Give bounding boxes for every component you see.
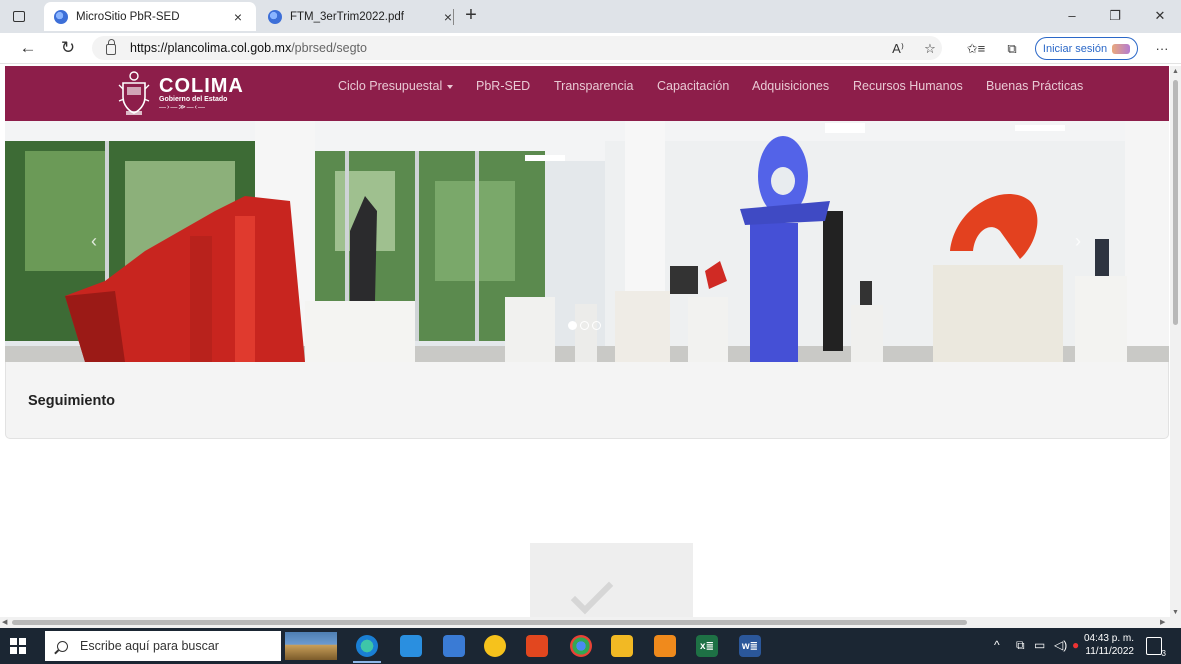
carousel-dot-3[interactable] — [592, 321, 601, 330]
url-path: /pbrsed/segto — [291, 41, 367, 55]
active-app-indicator — [353, 661, 381, 663]
taskbar-clock[interactable]: 04:43 p. m. 11/11/2022 — [1080, 632, 1134, 658]
carousel-dot-1[interactable] — [568, 321, 577, 330]
carousel-prev-icon[interactable]: ‹ — [91, 231, 97, 252]
minimize-button[interactable]: – — [1057, 6, 1087, 26]
tab-title: FTM_3erTrim2022.pdf — [290, 10, 404, 23]
nav-recursos-humanos[interactable]: Recursos Humanos — [853, 79, 963, 93]
nav-label: Ciclo Presupuestal — [338, 79, 443, 93]
scroll-up-icon[interactable]: ▲ — [1172, 68, 1179, 75]
security-alert-icon[interactable]: ● — [1072, 638, 1079, 652]
tab-microsite[interactable]: MicroSitio PbR-SED × — [44, 2, 256, 31]
nav-ciclo-presupuestal[interactable]: Ciclo Presupuestal — [338, 79, 454, 93]
file-explorer-icon[interactable] — [611, 635, 633, 657]
lock-icon — [106, 38, 116, 55]
reload-button[interactable]: ↻ — [56, 37, 80, 59]
signin-button[interactable]: Iniciar sesión — [1035, 37, 1138, 60]
check-placeholder — [530, 543, 693, 617]
globe-icon — [54, 9, 68, 24]
tab-close-button[interactable]: × — [230, 9, 246, 25]
scroll-right-icon[interactable]: ▶ — [1160, 618, 1165, 626]
nav-buenas-practicas[interactable]: Buenas Prácticas — [986, 79, 1083, 93]
nav-transparencia[interactable]: Transparencia — [554, 79, 633, 93]
tab-actions-menu[interactable] — [8, 6, 30, 26]
globe-icon — [268, 9, 282, 24]
notifications-icon[interactable]: 3 — [1146, 637, 1166, 659]
vertical-scrollbar[interactable]: ▲ ▼ — [1170, 66, 1181, 617]
avatar — [1112, 43, 1131, 54]
browser-toolbar: ← ↻ https://plancolima.col.gob.mx/pbrsed… — [0, 33, 1181, 64]
tab-title: MicroSitio PbR-SED — [76, 10, 180, 23]
search-icon — [57, 640, 68, 652]
carousel-next-icon[interactable]: › — [1075, 231, 1081, 252]
excel-icon[interactable]: x≣ — [696, 635, 718, 657]
clock-date: 11/11/2022 — [1085, 646, 1134, 657]
volume-icon[interactable]: ◁) — [1054, 638, 1067, 652]
caret-down-icon — [447, 84, 454, 89]
browser-tab-strip: MicroSitio PbR-SED × FTM_3erTrim2022.pdf… — [0, 0, 1181, 33]
new-tab-button[interactable]: + — [460, 5, 482, 27]
chrome-icon[interactable] — [570, 635, 592, 657]
more-menu-icon[interactable]: ··· — [1152, 39, 1172, 59]
read-aloud-icon[interactable]: A⁾ — [888, 39, 908, 59]
check-icon — [570, 571, 614, 615]
nav-capacitacion[interactable]: Capacitación — [657, 79, 729, 93]
mail-icon[interactable] — [400, 635, 422, 657]
norton-icon[interactable] — [484, 635, 506, 657]
horizontal-scrollbar[interactable]: ◀ ▶ — [0, 617, 1181, 628]
add-favorite-icon[interactable]: ☆ — [920, 39, 940, 59]
nav-pbr-sed[interactable]: PbR-SED — [476, 79, 530, 93]
tab-pdf[interactable]: FTM_3erTrim2022.pdf × — [258, 2, 466, 31]
close-window-button[interactable]: ✕ — [1145, 6, 1175, 26]
store-icon[interactable] — [443, 635, 465, 657]
nav-adquisiciones[interactable]: Adquisiciones — [752, 79, 829, 93]
collections-icon[interactable]: ⧉ — [1002, 39, 1022, 59]
restore-button[interactable]: ❐ — [1100, 6, 1130, 26]
main-nav: Ciclo Presupuestal PbR-SED Transparencia… — [5, 66, 1169, 121]
colima-app-icon[interactable] — [654, 635, 676, 657]
signin-label: Iniciar sesión — [1042, 42, 1108, 55]
tab-separator — [453, 9, 454, 25]
network-icon[interactable]: ▭ — [1034, 638, 1045, 652]
word-icon[interactable]: w≣ — [739, 635, 761, 657]
news-widget-icon[interactable] — [285, 632, 337, 660]
windows-taskbar: Escribe aquí para buscar x≣ w≣ ^ ⧉ ▭ ◁) … — [0, 628, 1181, 664]
back-button[interactable]: ← — [16, 37, 40, 59]
tray-chevron-icon[interactable]: ^ — [994, 638, 1000, 652]
section-card: Seguimiento — [5, 362, 1169, 439]
page-title: Seguimiento — [28, 393, 116, 409]
carousel-indicators — [568, 321, 601, 330]
hero-carousel[interactable]: ‹ › — [5, 121, 1169, 362]
taskbar-search[interactable]: Escribe aquí para buscar — [45, 631, 281, 661]
site-header: COLIMA Gobierno del Estado —›—≫—‹— Ciclo… — [5, 66, 1169, 121]
edge-icon[interactable] — [356, 635, 378, 657]
horizontal-scroll-thumb[interactable] — [12, 620, 967, 625]
notification-count: 3 — [1161, 649, 1166, 659]
tab-actions-icon — [13, 10, 25, 22]
address-bar[interactable]: https://plancolima.col.gob.mx/pbrsed/seg… — [92, 36, 942, 60]
search-placeholder: Escribe aquí para buscar — [80, 639, 219, 653]
clock-time: 04:43 p. m. — [1083, 633, 1134, 644]
scroll-left-icon[interactable]: ◀ — [2, 618, 7, 626]
favorites-icon[interactable]: ✩≡ — [966, 39, 986, 59]
scroll-down-icon[interactable]: ▼ — [1172, 609, 1179, 616]
windows-start-icon[interactable] — [10, 638, 26, 654]
vertical-scroll-thumb[interactable] — [1173, 80, 1178, 325]
device-icon[interactable]: ⧉ — [1016, 638, 1025, 653]
office-icon[interactable] — [526, 635, 548, 657]
carousel-dot-2[interactable] — [580, 321, 589, 330]
url-host: https://plancolima.col.gob.mx — [130, 41, 292, 55]
